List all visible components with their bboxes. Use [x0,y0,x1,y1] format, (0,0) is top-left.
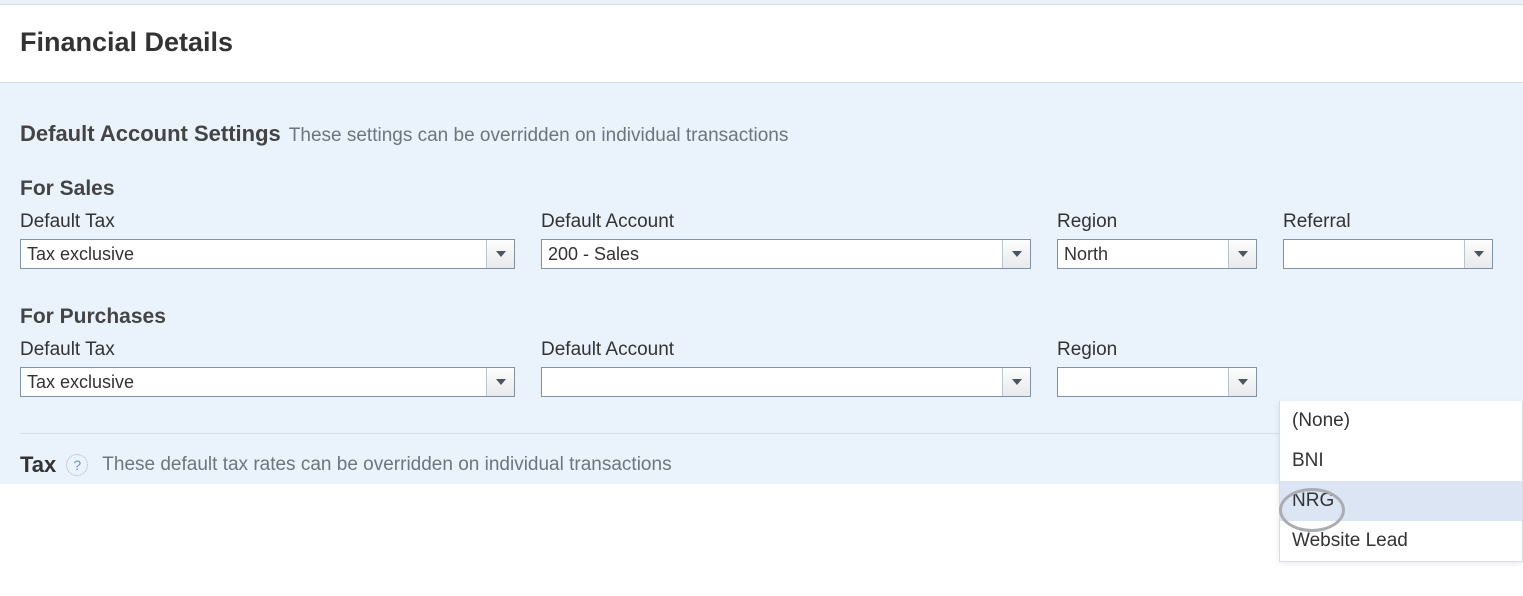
sales-default-tax-value: Tax exclusive [21,240,486,268]
sales-default-account-value: 200 - Sales [542,240,1002,268]
purchases-default-account-combo[interactable] [541,367,1031,397]
sales-region-combo[interactable]: North [1057,239,1257,269]
sales-default-account-field: Default Account 200 - Sales [541,211,1031,269]
tax-subtext: These default tax rates can be overridde… [102,454,671,476]
chevron-down-icon [1238,379,1248,385]
purchases-default-tax-label: Default Tax [20,339,515,361]
referral-option[interactable]: NRG [1280,481,1522,521]
for-sales-title: For Sales [20,177,1503,201]
purchases-default-tax-field: Default Tax Tax exclusive [20,339,515,397]
sales-referral-value [1284,240,1464,268]
purchases-default-account-field: Default Account [541,339,1031,397]
for-purchases-title: For Purchases [20,305,1503,329]
sales-referral-combo[interactable] [1283,239,1493,269]
page-title: Financial Details [20,27,1503,58]
sales-default-tax-field: Default Tax Tax exclusive [20,211,515,269]
purchases-region-label: Region [1057,339,1257,361]
purchases-region-combo[interactable] [1057,367,1257,397]
purchases-default-account-dropdown-button[interactable] [1002,368,1030,396]
sales-default-account-combo[interactable]: 200 - Sales [541,239,1031,269]
referral-dropdown-popup[interactable]: (None)BNINRGWebsite Lead [1279,401,1523,562]
sales-default-tax-combo[interactable]: Tax exclusive [20,239,515,269]
sales-default-tax-label: Default Tax [20,211,515,233]
tax-title: Tax [20,452,56,478]
referral-option[interactable]: (None) [1280,401,1522,441]
main-panel: Default Account Settings These settings … [0,83,1523,484]
sales-referral-dropdown-button[interactable] [1464,240,1492,268]
sales-region-field: Region North [1057,211,1257,269]
purchases-default-tax-value: Tax exclusive [21,368,486,396]
purchases-default-account-value [542,368,1002,396]
referral-option[interactable]: Website Lead [1280,521,1522,561]
purchases-region-field: Region [1057,339,1257,397]
sales-referral-label: Referral [1283,211,1493,233]
default-settings-heading: Default Account Settings [20,121,281,147]
chevron-down-icon [1474,251,1484,257]
sales-region-value: North [1058,240,1228,268]
section-default-settings: Default Account Settings These settings … [20,121,1503,147]
chevron-down-icon [496,251,506,257]
purchases-row: Default Tax Tax exclusive Default Accoun… [20,339,1503,397]
sales-row: Default Tax Tax exclusive Default Accoun… [20,211,1503,269]
chevron-down-icon [496,379,506,385]
sales-default-account-dropdown-button[interactable] [1002,240,1030,268]
chevron-down-icon [1012,379,1022,385]
purchases-region-value [1058,368,1228,396]
help-icon[interactable]: ? [66,454,88,476]
page-header: Financial Details [0,5,1523,83]
chevron-down-icon [1238,251,1248,257]
sales-referral-field: Referral [1283,211,1493,269]
chevron-down-icon [1012,251,1022,257]
sales-region-dropdown-button[interactable] [1228,240,1256,268]
default-settings-subtext: These settings can be overridden on indi… [289,125,789,147]
purchases-default-tax-dropdown-button[interactable] [486,368,514,396]
purchases-region-dropdown-button[interactable] [1228,368,1256,396]
purchases-default-account-label: Default Account [541,339,1031,361]
referral-option[interactable]: BNI [1280,441,1522,481]
purchases-default-tax-combo[interactable]: Tax exclusive [20,367,515,397]
sales-default-account-label: Default Account [541,211,1031,233]
sales-default-tax-dropdown-button[interactable] [486,240,514,268]
sales-region-label: Region [1057,211,1257,233]
